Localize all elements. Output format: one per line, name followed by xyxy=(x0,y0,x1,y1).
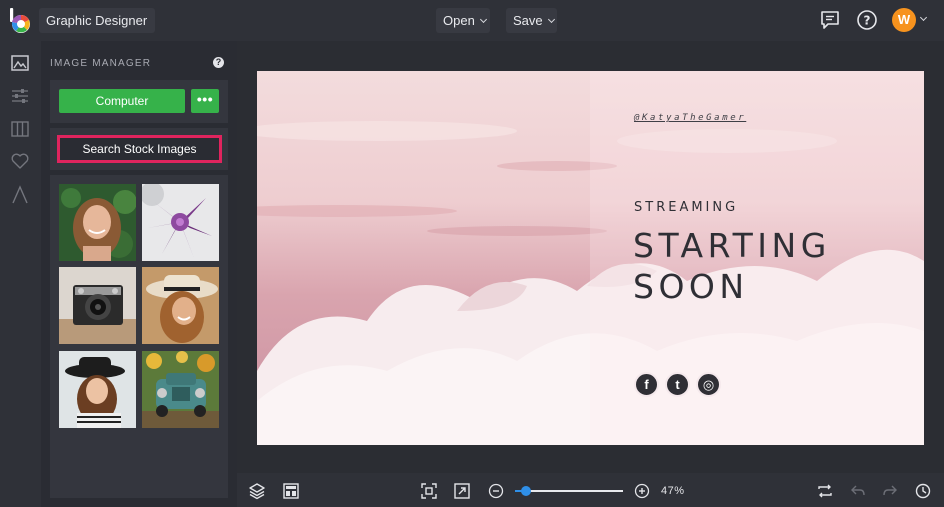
zoom-slider-track[interactable] xyxy=(515,490,623,492)
zoom-slider-handle[interactable] xyxy=(521,486,531,496)
chevron-down-icon xyxy=(547,15,555,24)
layers-icon[interactable] xyxy=(248,482,266,500)
redo-icon[interactable] xyxy=(881,482,899,500)
open-button[interactable]: Open xyxy=(436,8,490,33)
text-icon[interactable] xyxy=(10,185,30,205)
app-title-dropdown[interactable]: Graphic Designer xyxy=(39,8,155,49)
image-icon[interactable] xyxy=(10,53,30,73)
computer-upload-button[interactable]: Computer xyxy=(59,89,185,113)
search-stock-images-button[interactable]: Search Stock Images xyxy=(57,135,222,163)
thumbnail-woman-black-hat[interactable] xyxy=(59,351,136,428)
gamer-handle-text[interactable]: @KatyaTheGamer xyxy=(634,113,746,123)
open-label: Open xyxy=(443,13,475,28)
headline-text[interactable]: STARTING SOON xyxy=(633,225,913,307)
tumblr-icon[interactable]: t xyxy=(665,372,690,397)
zoom-in-icon[interactable] xyxy=(633,482,651,500)
panel-title: IMAGE MANAGER xyxy=(50,58,152,69)
facebook-icon[interactable]: f xyxy=(634,372,659,397)
user-avatar[interactable]: W xyxy=(892,8,916,32)
svg-text:?: ? xyxy=(864,14,871,28)
thumbnail-woman-hat-smiling[interactable] xyxy=(142,267,219,344)
chevron-down-icon xyxy=(479,15,487,24)
thumbnail-purple-succulent[interactable] xyxy=(142,184,219,261)
app-logo-icon[interactable] xyxy=(8,8,32,34)
help-icon[interactable]: ? xyxy=(213,57,224,68)
thumbnail-vintage-camera[interactable] xyxy=(59,267,136,344)
zoom-level-text: 47% xyxy=(661,485,685,497)
more-options-button[interactable]: ••• xyxy=(191,89,219,113)
thumbnail-woman-portrait[interactable] xyxy=(59,184,136,261)
fit-to-screen-icon[interactable] xyxy=(420,482,438,500)
columns-icon[interactable] xyxy=(10,119,30,139)
app-title-label: Graphic Designer xyxy=(46,13,148,28)
history-icon[interactable] xyxy=(914,482,932,500)
streaming-text[interactable]: STREAMING xyxy=(634,200,738,215)
headline-line-2: SOON xyxy=(633,267,749,306)
instagram-icon[interactable]: ◎ xyxy=(696,372,721,397)
thumbnail-old-teal-truck[interactable] xyxy=(142,351,219,428)
tool-rail xyxy=(0,41,41,507)
template-layout-icon[interactable] xyxy=(282,482,300,500)
swap-icon[interactable] xyxy=(816,482,834,500)
image-manager-panel: IMAGE MANAGER ? Computer ••• Search Stoc… xyxy=(41,41,237,507)
comments-icon[interactable] xyxy=(819,9,841,31)
expand-icon[interactable] xyxy=(453,482,471,500)
sliders-icon[interactable] xyxy=(10,86,30,106)
zoom-out-icon[interactable] xyxy=(487,482,505,500)
save-label: Save xyxy=(513,13,543,28)
undo-icon[interactable] xyxy=(849,482,867,500)
headline-line-1: STARTING xyxy=(633,226,831,265)
help-icon[interactable]: ? xyxy=(856,9,878,31)
save-button[interactable]: Save xyxy=(506,8,557,33)
heart-icon[interactable] xyxy=(10,151,30,171)
